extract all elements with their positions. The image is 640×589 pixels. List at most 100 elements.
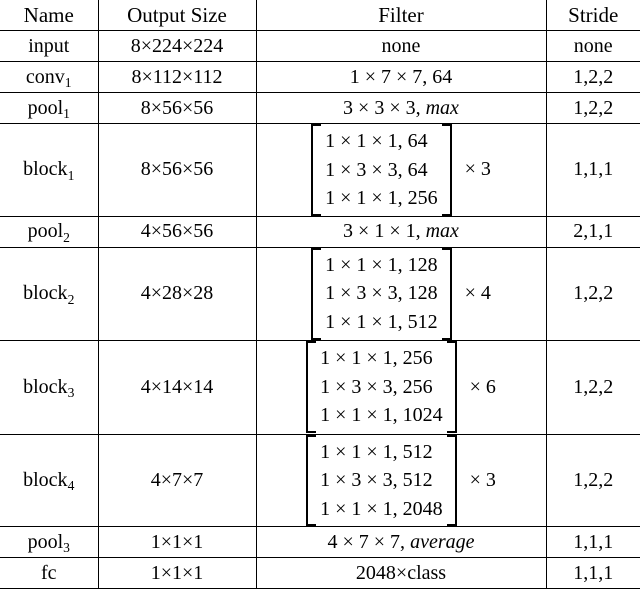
- matrix-row: 1 × 1 × 1, 1024: [320, 404, 443, 427]
- cell-layer-name: block3: [0, 339, 99, 435]
- network-architecture-table: Name Output Size Filter Stride input 8×22…: [0, 0, 640, 589]
- block-repeat-multiplier: × 4: [464, 282, 491, 305]
- table-row: input 8×224×224 none none: [0, 30, 640, 62]
- bracket-right-icon: [446, 434, 457, 527]
- bracket-left-icon: [311, 247, 322, 340]
- matrix-row: 1 × 3 × 3, 512: [320, 469, 433, 492]
- cell-layer-name: input: [0, 30, 99, 62]
- residual-block-spec: 1 × 1 × 1, 128 1 × 3 × 3, 128 1 × 1 × 1, 5…: [257, 247, 546, 340]
- layer-name-text: block: [23, 282, 68, 305]
- layer-name-text: conv: [25, 65, 65, 88]
- cell-filter: 1 × 1 × 1, 512 1 × 3 × 3, 512 1 × 1 × 1, 2…: [255, 433, 547, 527]
- layer-name-text: pool: [27, 530, 64, 553]
- filter-operation-text: max: [425, 96, 459, 119]
- cell-layer-name: pool1: [0, 92, 99, 124]
- cell-stride: 1,2,2: [545, 92, 640, 124]
- bracket-left-icon: [306, 341, 317, 433]
- cell-stride: 1,1,1: [545, 557, 640, 589]
- layer-name-subscript: 4: [67, 478, 75, 494]
- cell-output-size: 1×1×1: [97, 526, 257, 558]
- block-repeat-multiplier: × 6: [469, 375, 496, 398]
- table-row: fc 1×1×1 2048×class 1,1,1: [0, 557, 640, 589]
- cell-stride: 1,1,1: [545, 526, 640, 558]
- layer-name-subscript: 2: [67, 291, 75, 307]
- layer-name-text: block: [23, 468, 68, 491]
- layer-name-subscript: 1: [67, 167, 75, 183]
- cell-stride: 1,1,1: [545, 123, 640, 217]
- cell-layer-name: block4: [0, 433, 99, 527]
- matrix-bracket: 1 × 1 × 1, 64 1 × 3 × 3, 64 1 × 1 × 1, 256: [311, 124, 452, 216]
- layer-name-text: input: [28, 34, 70, 57]
- cell-layer-name: pool3: [0, 526, 99, 558]
- bracket-right-icon: [446, 341, 457, 433]
- matrix-bracket: 1 × 1 × 1, 256 1 × 3 × 3, 256 1 × 1 × 1, 1…: [306, 341, 457, 433]
- bracket-right-icon: [441, 124, 452, 216]
- matrix-row: 1 × 1 × 1, 2048: [320, 497, 443, 520]
- table-row: pool2 4×56×56 3 × 1 × 1, max 2,1,1: [0, 215, 640, 248]
- cell-filter: 1 × 1 × 1, 128 1 × 3 × 3, 128 1 × 1 × 1, 5…: [255, 246, 547, 341]
- block-repeat-multiplier: × 3: [469, 468, 496, 491]
- filter-operation-text: max: [425, 220, 459, 243]
- table-row: block4 4×7×7 1 × 1 × 1, 512 1 × 3 × 3, 512 1…: [0, 433, 640, 527]
- layer-name-subscript: 2: [63, 229, 70, 245]
- cell-output-size: 4×7×7: [97, 433, 257, 527]
- table-row: block2 4×28×28 1 × 1 × 1, 128 1 × 3 × 3, 12…: [0, 246, 640, 341]
- matrix-row: 1 × 1 × 1, 256: [320, 347, 433, 370]
- cell-output-size: 8×112×112: [97, 61, 257, 93]
- table-row: pool1 8×56×56 3 × 3 × 3, max 1,2,2: [0, 92, 640, 124]
- cell-layer-name: conv1: [0, 61, 99, 93]
- layer-name-text: block: [23, 158, 68, 181]
- column-header-filter: Filter: [255, 0, 547, 31]
- cell-output-size: 8×224×224: [97, 30, 257, 62]
- bracket-left-icon: [306, 434, 317, 527]
- layer-name-subscript: 3: [63, 540, 70, 556]
- cell-stride: 1,2,2: [545, 339, 640, 435]
- layer-name-text: fc: [40, 561, 57, 584]
- matrix-bracket: 1 × 1 × 1, 512 1 × 3 × 3, 512 1 × 1 × 1, 2…: [306, 434, 457, 527]
- cell-stride: 1,2,2: [545, 433, 640, 527]
- cell-layer-name: block1: [0, 123, 99, 217]
- residual-block-spec: 1 × 1 × 1, 512 1 × 3 × 3, 512 1 × 1 × 1, 2…: [257, 434, 546, 527]
- layer-name-text: pool: [27, 220, 64, 243]
- filter-dims-text: 4 × 7 × 7,: [327, 530, 411, 553]
- table-row: conv1 8×112×112 1 × 7 × 7, 64 1,2,2: [0, 61, 640, 93]
- cell-layer-name: block2: [0, 246, 99, 341]
- layer-name-subscript: 3: [67, 384, 75, 400]
- table-header: Name Output Size Filter Stride: [0, 0, 640, 31]
- matrix-row: 1 × 3 × 3, 128: [325, 282, 438, 305]
- filter-operation-text: average: [410, 530, 475, 553]
- cell-filter: 3 × 1 × 1, max: [255, 215, 547, 248]
- matrix-rows: 1 × 1 × 1, 64 1 × 3 × 3, 64 1 × 1 × 1, 256: [321, 124, 442, 216]
- table-row: block3 4×14×14 1 × 1 × 1, 256 1 × 3 × 3, 25…: [0, 339, 640, 435]
- residual-block-spec: 1 × 1 × 1, 256 1 × 3 × 3, 256 1 × 1 × 1, 1…: [257, 341, 546, 433]
- cell-output-size: 8×56×56: [97, 123, 257, 217]
- matrix-row: 1 × 1 × 1, 128: [325, 253, 438, 276]
- cell-filter: 2048×class: [255, 557, 547, 589]
- cell-filter: 4 × 7 × 7, average: [255, 526, 547, 558]
- matrix-row: 1 × 1 × 1, 512: [325, 310, 438, 333]
- table-row: pool3 1×1×1 4 × 7 × 7, average 1,1,1: [0, 526, 640, 558]
- cell-stride: none: [545, 30, 640, 62]
- cell-output-size: 8×56×56: [97, 92, 257, 124]
- table-body: input 8×224×224 none none conv1 8×112×112 1 × …: [0, 30, 640, 589]
- cell-stride: 1,2,2: [545, 61, 640, 93]
- cell-filter: none: [255, 30, 547, 62]
- cell-stride: 2,1,1: [545, 215, 640, 248]
- header-row: Name Output Size Filter Stride: [0, 0, 640, 31]
- bracket-right-icon: [441, 247, 452, 340]
- cell-filter: 1 × 1 × 1, 256 1 × 3 × 3, 256 1 × 1 × 1, 1…: [255, 339, 547, 435]
- column-header-output-size: Output Size: [97, 0, 257, 31]
- matrix-rows: 1 × 1 × 1, 512 1 × 3 × 3, 512 1 × 1 × 1, 2…: [316, 435, 447, 527]
- cell-filter: 3 × 3 × 3, max: [255, 92, 547, 124]
- layer-name-text: pool: [27, 96, 64, 119]
- layer-name-text: block: [23, 375, 68, 398]
- filter-dims-text: 3 × 1 × 1,: [343, 220, 426, 243]
- matrix-bracket: 1 × 1 × 1, 128 1 × 3 × 3, 128 1 × 1 × 1, 5…: [311, 247, 452, 340]
- cell-filter: 1 × 1 × 1, 64 1 × 3 × 3, 64 1 × 1 × 1, 256…: [255, 123, 547, 217]
- cell-layer-name: fc: [0, 557, 99, 589]
- cell-output-size: 4×56×56: [97, 215, 257, 248]
- residual-block-spec: 1 × 1 × 1, 64 1 × 3 × 3, 64 1 × 1 × 1, 256…: [257, 124, 546, 216]
- bracket-left-icon: [311, 124, 322, 216]
- cell-output-size: 4×28×28: [97, 246, 257, 341]
- cell-stride: 1,2,2: [545, 246, 640, 341]
